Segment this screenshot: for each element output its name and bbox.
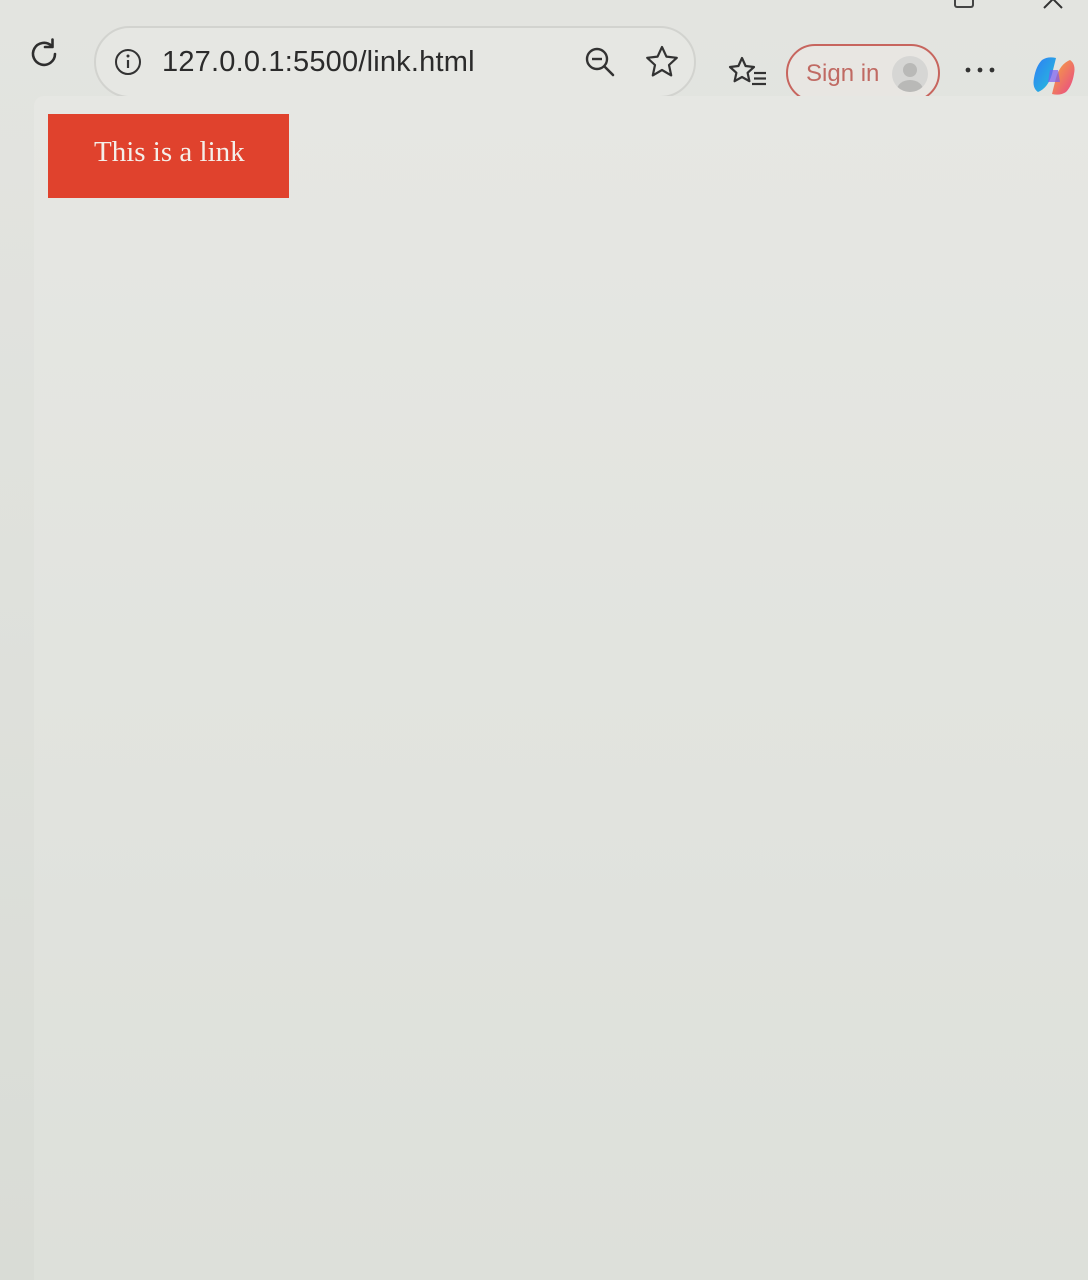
info-icon[interactable] [114,48,142,76]
copilot-icon[interactable] [1030,52,1078,100]
browser-window: 127.0.0.1:5500/link.html Sign in This is… [0,0,1088,1280]
address-bar[interactable]: 127.0.0.1:5500/link.html [94,26,696,98]
link-label[interactable]: This is a link [94,136,245,169]
red-link[interactable]: This is a link [48,114,289,198]
more-icon[interactable] [962,60,998,80]
browser-toolbar: 127.0.0.1:5500/link.html Sign in [0,0,1088,104]
favorites-list-icon[interactable] [728,54,768,92]
page-viewport: This is a link [34,96,1088,1280]
avatar-icon [892,56,928,92]
star-icon[interactable] [644,44,680,80]
reload-icon[interactable] [26,36,62,72]
url-text[interactable]: 127.0.0.1:5500/link.html [162,46,475,79]
maximize-icon[interactable] [954,0,974,8]
close-icon[interactable] [1040,0,1066,12]
sign-in-label: Sign in [806,60,880,87]
zoom-out-icon[interactable] [584,46,616,78]
sign-in-button[interactable]: Sign in [786,44,940,102]
